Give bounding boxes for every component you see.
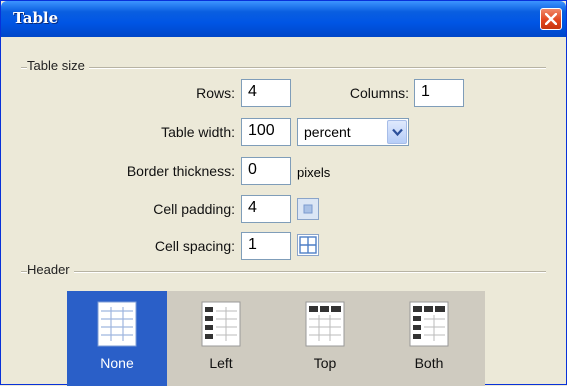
header-option-left[interactable]: Left xyxy=(171,291,271,386)
cell-padding-icon xyxy=(297,198,319,220)
rows-input[interactable]: 4 xyxy=(241,79,291,107)
rows-label: Rows: xyxy=(196,85,235,101)
close-icon xyxy=(545,13,557,25)
header-option-both[interactable]: Both xyxy=(379,291,479,386)
table-size-group-label: Table size xyxy=(27,58,89,73)
cell-padding-label: Cell padding: xyxy=(153,201,235,217)
border-thickness-input[interactable]: 0 xyxy=(241,157,291,185)
header-both-icon xyxy=(409,301,449,347)
width-unit-dropdown-button[interactable] xyxy=(387,120,407,144)
header-divider xyxy=(21,271,546,273)
cell-spacing-label: Cell spacing: xyxy=(154,238,235,254)
header-left-icon xyxy=(201,301,241,347)
columns-label: Columns: xyxy=(349,85,409,101)
window-title: Table xyxy=(13,9,59,27)
close-button[interactable] xyxy=(540,8,562,30)
title-bar[interactable]: Table xyxy=(1,1,566,37)
dropdown-arrow-icon xyxy=(392,128,403,137)
header-top-icon xyxy=(305,301,345,347)
header-none-icon xyxy=(97,301,137,347)
table-width-input[interactable]: 100 xyxy=(241,118,291,146)
header-option-none-label: None xyxy=(100,355,134,371)
header-option-left-label: Left xyxy=(209,355,233,371)
border-thickness-label: Border thickness: xyxy=(126,163,235,179)
table-width-label: Table width: xyxy=(161,124,235,140)
columns-input[interactable]: 1 xyxy=(414,79,464,107)
width-unit-value: percent xyxy=(304,124,351,140)
width-unit-select[interactable]: percent xyxy=(297,118,409,146)
table-size-divider xyxy=(21,67,546,69)
header-option-none[interactable]: None xyxy=(67,291,167,386)
border-unit-label: pixels xyxy=(297,165,331,180)
header-option-top-label: Top xyxy=(313,355,337,371)
cell-spacing-icon xyxy=(297,234,319,256)
cell-padding-input[interactable]: 4 xyxy=(241,195,291,223)
header-group-label: Header xyxy=(27,262,74,277)
header-option-both-label: Both xyxy=(414,355,444,371)
cell-spacing-input[interactable]: 1 xyxy=(241,232,291,260)
table-dialog: Table Table size Rows: 4 Columns: 1 Tabl… xyxy=(0,0,567,386)
header-option-top[interactable]: Top xyxy=(275,291,375,386)
